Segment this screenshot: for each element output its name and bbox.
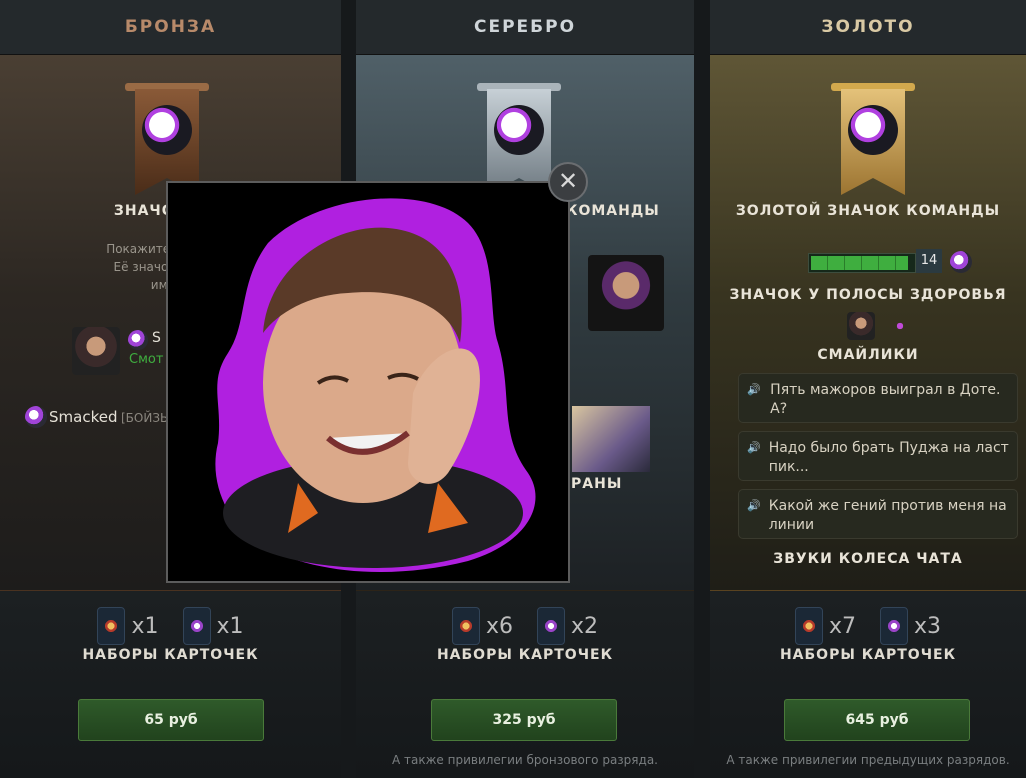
buy-bronze-button[interactable]: 65 руб xyxy=(78,699,264,741)
tier-bottom: x1 x1 НАБОРЫ КАРТОЧЕК 65 руб xyxy=(0,590,341,778)
card-pack: x6 xyxy=(451,607,513,645)
tier-header: ЗОЛОТО xyxy=(710,0,1026,55)
team-badge-banner xyxy=(831,83,915,195)
cards-label: НАБОРЫ КАРТОЧЕК xyxy=(436,647,614,663)
card-pack: x1 xyxy=(182,607,244,645)
team-badge-banner xyxy=(125,83,209,195)
team-badge-icon xyxy=(25,406,47,428)
card-packs: x7 x3 xyxy=(710,607,1026,645)
player-name-partial: S xyxy=(152,330,161,346)
team-badge-banner xyxy=(477,83,561,195)
chat-team-tag: [БОЙЗЫ xyxy=(121,411,171,425)
cards-label: НАБОРЫ КАРТОЧЕК xyxy=(779,647,957,663)
card-packs: x1 x1 xyxy=(0,607,341,645)
chat-sound-text: Какой же гений против меня на линии xyxy=(768,498,1007,533)
card-pack: x3 xyxy=(880,607,941,645)
team-badge-icon xyxy=(950,251,972,273)
card-pack: x1 xyxy=(97,607,159,645)
player-avatar xyxy=(72,327,120,375)
chat-wheel-label: ЗВУКИ КОЛЕСА ЧАТА xyxy=(773,551,963,567)
cards-label: НАБОРЫ КАРТОЧЕК xyxy=(82,647,259,663)
tier-header: СЕРЕБРО xyxy=(356,0,694,55)
tier-bottom: x7 x3 НАБОРЫ КАРТОЧЕК 645 руб А также пр… xyxy=(710,590,1026,778)
card-pack-count: x2 xyxy=(571,613,599,639)
tier-note: А также привилегии предыдущих разрядов. xyxy=(726,753,1010,767)
close-icon[interactable]: ✕ xyxy=(558,167,578,195)
card-pack-count: x7 xyxy=(828,613,856,639)
team-logo-icon xyxy=(848,105,898,155)
close-popup-button[interactable]: ✕ xyxy=(548,162,588,202)
loading-screen-thumbnail xyxy=(572,406,650,472)
card-packs: x6 x2 xyxy=(356,607,694,645)
emoticon-icon xyxy=(847,312,875,340)
healthbar-label: ЗНАЧОК У ПОЛОСЫ ЗДОРОВЬЯ xyxy=(729,287,1007,303)
card-pack-icon xyxy=(182,607,211,645)
chat-player-name: Smacked xyxy=(49,408,118,426)
card-pack-icon xyxy=(97,607,126,645)
emoticon-splash-icon xyxy=(886,319,914,333)
emoticon-preview-image xyxy=(168,183,568,581)
speaker-icon[interactable]: 🔊 xyxy=(747,441,761,454)
card-pack: x7 xyxy=(794,607,856,645)
team-badge-icon xyxy=(128,330,148,350)
team-logo-icon xyxy=(142,105,192,155)
health-bar xyxy=(808,253,916,273)
card-pack-count: x1 xyxy=(131,613,159,639)
chat-sound-item[interactable]: 🔊 Пять мажоров выиграл в Доте. А? xyxy=(738,373,1018,423)
card-pack-count: x6 xyxy=(485,613,513,639)
chat-sound-text: Надо было брать Пуджа на ласт пик... xyxy=(768,440,1009,475)
tier-gold: ЗОЛОТО ЗОЛОТОЙ ЗНАЧОК КОМАНДЫ 14 ЗНАЧОК … xyxy=(710,0,1026,778)
chat-sound-text: Пять мажоров выиграл в Доте. А? xyxy=(770,382,1001,417)
card-pack: x2 xyxy=(537,607,598,645)
badge-title: КОМАНДЫ xyxy=(566,203,660,219)
speaker-icon[interactable]: 🔊 xyxy=(747,499,761,512)
tier-body: ЗОЛОТОЙ ЗНАЧОК КОМАНДЫ 14 ЗНАЧОК У ПОЛОС… xyxy=(710,55,1026,590)
buy-gold-button[interactable]: 645 руб xyxy=(784,699,970,741)
speaker-icon[interactable]: 🔊 xyxy=(747,383,762,396)
chat-sound-item[interactable]: 🔊 Надо было брать Пуджа на ласт пик... xyxy=(738,431,1018,481)
buy-silver-button[interactable]: 325 руб xyxy=(431,699,617,741)
tier-header: БРОНЗА xyxy=(0,0,341,55)
player-status: Смот xyxy=(129,352,164,367)
tier-bottom: x6 x2 НАБОРЫ КАРТОЧЕК 325 руб А также пр… xyxy=(356,590,694,778)
emoticon-player xyxy=(588,255,664,331)
card-pack-count: x3 xyxy=(914,613,942,639)
health-bar-fill xyxy=(811,256,908,270)
card-pack-icon xyxy=(537,607,565,645)
team-logo-icon xyxy=(494,105,544,155)
card-pack-icon xyxy=(794,607,823,645)
card-pack-icon xyxy=(880,607,908,645)
badge-title: ЗОЛОТОЙ ЗНАЧОК КОМАНДЫ xyxy=(735,203,1001,219)
card-pack-icon xyxy=(451,607,480,645)
chat-sound-item[interactable]: 🔊 Какой же гений против меня на линии xyxy=(738,489,1018,539)
tier-note: А также привилегии бронзового разряда. xyxy=(392,753,658,767)
emoticon-preview-popup xyxy=(166,181,570,583)
card-pack-count: x1 xyxy=(216,613,244,639)
emoticons-label: СМАЙЛИКИ xyxy=(817,347,919,363)
health-level: 14 xyxy=(916,249,942,273)
loading-screens-label: РАНЫ xyxy=(571,476,623,492)
